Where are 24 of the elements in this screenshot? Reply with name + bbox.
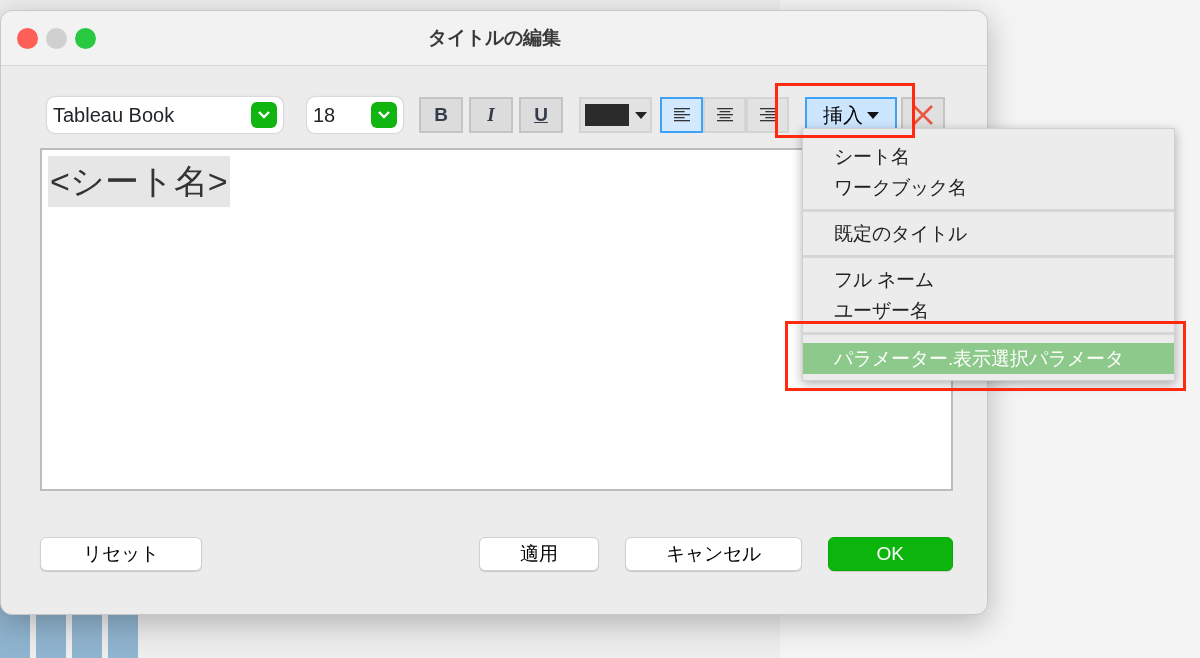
caret-icon	[634, 111, 647, 119]
close-button[interactable]	[17, 27, 38, 49]
bold-button[interactable]: B	[419, 97, 463, 133]
dialog-button[interactable]: キャンセル	[624, 537, 802, 571]
size-dropdown[interactable]: 18	[307, 97, 403, 133]
align-center-icon	[716, 108, 733, 122]
font-dropdown[interactable]: Tableau Book	[47, 97, 283, 133]
dialog-button[interactable]: 適用	[478, 537, 599, 571]
caret-icon	[867, 111, 879, 119]
text-color-dropdown[interactable]	[579, 97, 652, 133]
dialog-button[interactable]: リセット	[40, 537, 202, 571]
color-swatch	[584, 104, 629, 126]
window-title: タイトルの編集	[427, 25, 561, 50]
align-center-button[interactable]	[703, 97, 746, 133]
chevron-down-icon	[378, 111, 390, 119]
align-right-icon	[759, 108, 776, 122]
align-left-icon	[673, 108, 690, 122]
underline-button[interactable]: U	[519, 97, 563, 133]
editor-text: <シート名>	[48, 156, 230, 207]
close-icon	[912, 104, 934, 126]
italic-button[interactable]: I	[469, 97, 513, 133]
align-right-button[interactable]	[746, 97, 789, 133]
chevron-down-icon	[258, 111, 270, 119]
align-left-button[interactable]	[660, 97, 703, 133]
